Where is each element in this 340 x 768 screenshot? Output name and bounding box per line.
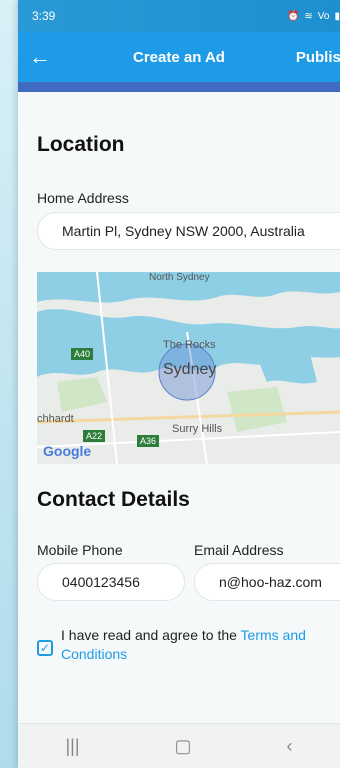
mobile-phone-label: Mobile Phone (37, 542, 123, 558)
publish-button[interactable]: Publish (296, 49, 340, 66)
map-label-leichhardt: chhardt (37, 413, 74, 425)
contact-heading: Contact Details (37, 488, 190, 511)
map-label-a36: A36 (140, 436, 156, 446)
terms-agreement-text: I have read and agree to the Terms and C… (61, 626, 340, 664)
google-logo: Google (43, 443, 91, 459)
map-graphic: North Sydney The Rocks Sydney Surry Hill… (37, 272, 340, 464)
map-label-north-sydney: North Sydney (149, 272, 210, 283)
map-label-the-rocks: The Rocks (163, 339, 216, 351)
email-address-label: Email Address (194, 542, 284, 558)
volte-icon: Vo (317, 10, 330, 22)
system-nav-bar: ||| ▢ ‹ (18, 723, 340, 768)
terms-checkbox[interactable]: ✓ (37, 640, 53, 656)
map-label-a40: A40 (74, 349, 90, 359)
map-label-sydney: Sydney (163, 361, 216, 378)
email-address-value: n@hoo-haz.com (219, 574, 322, 590)
home-icon[interactable]: ▢ (175, 736, 192, 757)
signal-icon: ▮ (334, 10, 340, 22)
status-time: 3:39 (32, 9, 56, 23)
recents-icon[interactable]: ||| (65, 736, 79, 757)
email-address-field[interactable]: n@hoo-haz.com (194, 563, 340, 601)
checkmark-icon: ✓ (39, 641, 51, 655)
location-heading: Location (37, 133, 125, 156)
wifi-icon: ≋ (304, 10, 313, 22)
terms-link-part1[interactable]: Terms and (241, 627, 306, 643)
alarm-icon: ⏰ (286, 10, 300, 22)
terms-link-part2[interactable]: Conditions (61, 646, 127, 662)
phone-screen: 3:39 ⏰ ≋ Vo ▮ ← Create an Ad Publish Loc… (18, 0, 340, 768)
map-label-a22: A22 (86, 431, 102, 441)
mobile-phone-field[interactable]: 0400123456 (37, 563, 185, 601)
home-address-field[interactable]: Martin Pl, Sydney NSW 2000, Australia (37, 212, 340, 250)
map-label-surry-hills: Surry Hills (172, 423, 223, 435)
agreement-text: I have read and agree to the (61, 627, 241, 643)
back-icon[interactable]: ‹ (287, 736, 293, 757)
page-title: Create an Ad (133, 48, 225, 66)
home-address-label: Home Address (37, 190, 129, 206)
mobile-phone-value: 0400123456 (62, 574, 140, 590)
app-bar: ← Create an Ad Publish (18, 32, 340, 82)
home-address-value: Martin Pl, Sydney NSW 2000, Australia (62, 223, 305, 239)
app-bar-accent (18, 82, 340, 92)
map-view[interactable]: North Sydney The Rocks Sydney Surry Hill… (37, 272, 340, 464)
status-bar: 3:39 ⏰ ≋ Vo ▮ (18, 0, 340, 32)
status-icons: ⏰ ≋ Vo ▮ (287, 11, 340, 22)
